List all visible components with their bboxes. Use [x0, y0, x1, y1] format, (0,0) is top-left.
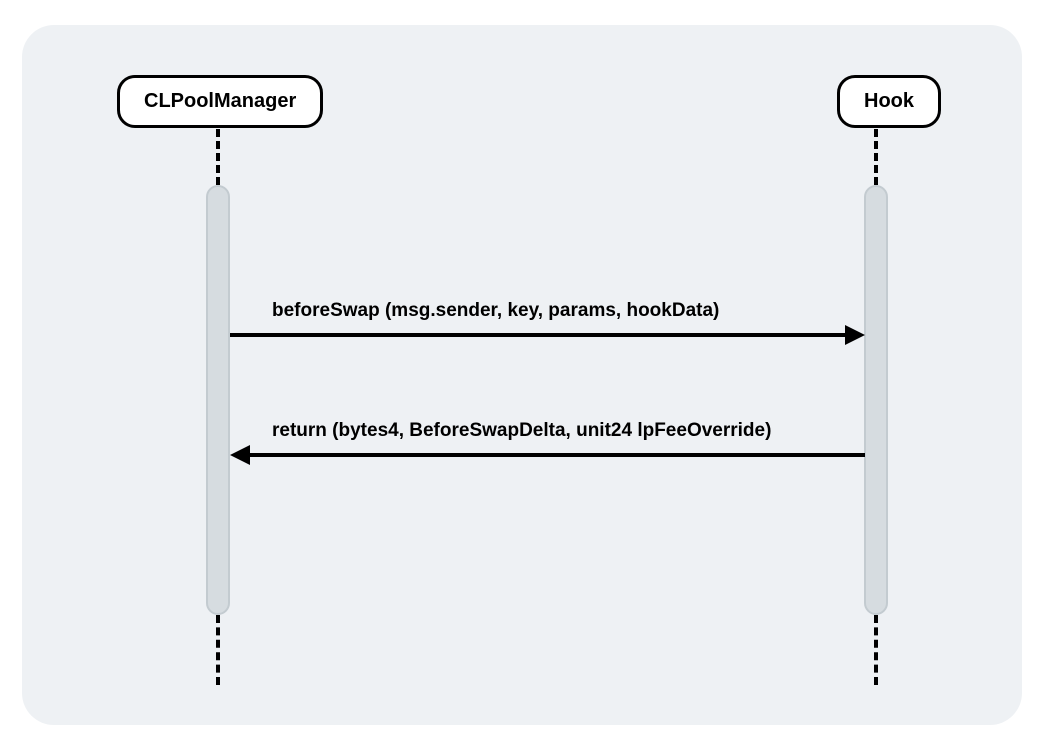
activation-left	[206, 185, 230, 615]
lifeline-right-top	[874, 129, 878, 185]
activation-right	[864, 185, 888, 615]
participant-hook: Hook	[837, 75, 941, 128]
lifeline-left-top	[216, 129, 220, 185]
message-return-arrow	[250, 453, 865, 457]
participant-clpoolmanager: CLPoolManager	[117, 75, 323, 128]
lifeline-right-bottom	[874, 615, 878, 685]
sequence-diagram-canvas: CLPoolManager Hook beforeSwap (msg.sende…	[22, 25, 1022, 725]
message-forward-arrow	[230, 333, 845, 337]
message-return-arrowhead	[230, 445, 250, 465]
message-return-label: return (bytes4, BeforeSwapDelta, unit24 …	[272, 420, 771, 442]
message-forward-arrowhead	[845, 325, 865, 345]
message-forward-label: beforeSwap (msg.sender, key, params, hoo…	[272, 300, 719, 322]
lifeline-left-bottom	[216, 615, 220, 685]
